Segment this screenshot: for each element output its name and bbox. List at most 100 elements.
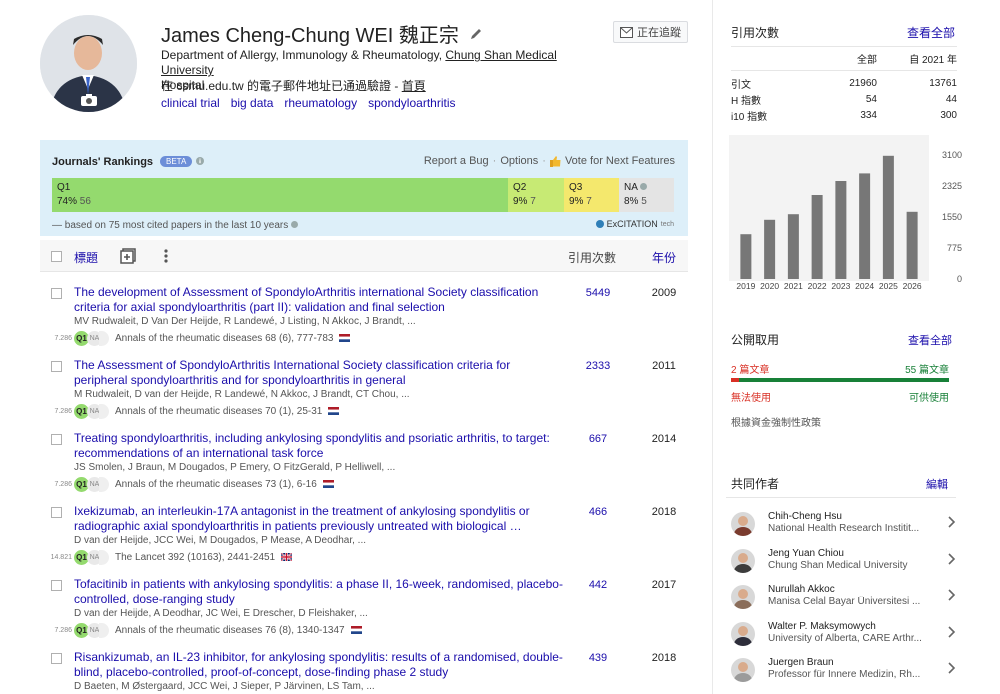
article-title-link[interactable]: Ixekizumab, an interleukin-17A antagonis… — [74, 504, 564, 534]
research-interests: clinical trial big data rheumatology spo… — [161, 96, 455, 110]
coauthor-name[interactable]: Walter P. Maksymowych — [768, 621, 876, 632]
journal-info: Annals of the rheumatic diseases 73 (1),… — [115, 478, 317, 490]
chart-bar-2019[interactable] — [740, 234, 752, 279]
report-bug-link[interactable]: Report a Bug — [424, 155, 489, 167]
segment-q1[interactable]: Q1 74% 56 — [52, 178, 508, 212]
add-article-icon[interactable] — [120, 248, 136, 264]
interest-link[interactable]: spondyloarthritis — [368, 96, 455, 110]
netherlands-flag-icon — [339, 334, 351, 342]
excitation-logo[interactable]: ExCITATION tech — [595, 219, 674, 229]
x-tick-label: 2019 — [736, 281, 755, 290]
article-title-link[interactable]: The Assessment of SpondyloArthritis Inte… — [74, 358, 564, 388]
segment-q3[interactable]: Q3 9% 7 — [564, 178, 619, 212]
coauthor-name[interactable]: Nurullah Akkoc — [768, 584, 835, 595]
q3-label: Q3 — [569, 182, 583, 193]
article-checkbox[interactable] — [51, 653, 62, 664]
chevron-right-icon[interactable] — [948, 553, 956, 565]
coauthor-item[interactable]: Juergen Braun Professor für Innere Mediz… — [731, 656, 956, 686]
coauthor-item[interactable]: Nurullah Akkoc Manisa Celal Bayar Üniver… — [731, 583, 956, 613]
article-cited-count[interactable]: 439 — [568, 652, 628, 664]
coauthor-item[interactable]: Chih-Cheng Hsu National Health Research … — [731, 510, 956, 540]
article-cited-count[interactable]: 466 — [568, 506, 628, 518]
camera-icon[interactable] — [80, 93, 98, 107]
follow-button[interactable]: 正在追蹤 — [613, 21, 688, 43]
homepage-link[interactable]: 首頁 — [402, 79, 426, 93]
sort-by-year[interactable]: 年份 — [652, 249, 676, 266]
citations-table-header: 全部 自 2021 年 — [731, 47, 957, 71]
options-link[interactable]: Options — [500, 155, 538, 167]
available-count[interactable]: 55 篇文章 — [895, 361, 949, 376]
y-tick-label: 775 — [947, 243, 962, 253]
thumbs-up-icon — [549, 155, 561, 167]
chevron-right-icon[interactable] — [948, 626, 956, 638]
chart-bar-2025[interactable] — [882, 155, 894, 279]
segment-q2[interactable]: Q2 9% 7 — [508, 178, 564, 212]
sort-by-title[interactable]: 標題 — [74, 249, 98, 266]
quartile-more-badge[interactable] — [99, 549, 109, 565]
netherlands-flag-icon — [328, 407, 340, 415]
available-label: 可供使用 — [909, 393, 949, 404]
not-available-count[interactable]: 2 篇文章 — [731, 361, 769, 376]
article-cited-count[interactable]: 2333 — [568, 360, 628, 372]
quartile-more-badge[interactable] — [99, 622, 109, 638]
chevron-right-icon[interactable] — [948, 662, 956, 674]
article-authors: D Baeten, M Østergaard, JCC Wei, J Siepe… — [74, 681, 375, 692]
chart-bar-2023[interactable] — [835, 181, 847, 279]
coauthor-name[interactable]: Juergen Braun — [768, 657, 834, 668]
coauthor-name[interactable]: Jeng Yuan Chiou — [768, 548, 844, 559]
article-checkbox[interactable] — [51, 361, 62, 372]
info-icon[interactable] — [196, 157, 204, 165]
article-row: The development of Assessment of Spondyl… — [40, 283, 688, 355]
na-pct: 8% — [624, 196, 639, 207]
article-meta: 7.286 Q1 NA Annals of the rheumatic dise… — [40, 330, 660, 346]
na-label: NA — [624, 182, 638, 193]
article-title-link[interactable]: The development of Assessment of Spondyl… — [74, 285, 564, 315]
coauthors-edit-link[interactable]: 編輯 — [926, 476, 948, 492]
email-text: 在 csmu.edu.tw 的電子郵件地址已通過驗證 - — [161, 79, 402, 93]
profile-photo[interactable] — [40, 15, 137, 112]
sort-by-cited[interactable]: 引用次數 — [568, 249, 616, 266]
q2-pct: 9% — [513, 196, 528, 207]
article-checkbox[interactable] — [51, 580, 62, 591]
coauthor-item[interactable]: Jeng Yuan Chiou Chung Shan Medical Unive… — [731, 547, 956, 577]
article-checkbox[interactable] — [51, 507, 62, 518]
quartile-more-badge[interactable] — [99, 403, 109, 419]
chart-bar-2024[interactable] — [859, 173, 871, 279]
article-checkbox[interactable] — [51, 288, 62, 299]
article-title-link[interactable]: Tofacitinib in patients with ankylosing … — [74, 577, 564, 607]
article-checkbox[interactable] — [51, 434, 62, 445]
chart-bar-2026[interactable] — [906, 211, 918, 279]
pencil-icon[interactable] — [469, 27, 483, 41]
more-vert-icon[interactable] — [163, 248, 169, 264]
article-cited-count[interactable]: 5449 — [568, 287, 628, 299]
article-title-link[interactable]: Treating spondyloarthritis, including an… — [74, 431, 564, 461]
quartile-more-badge[interactable] — [99, 476, 109, 492]
separator: · — [492, 155, 497, 167]
coauthor-item[interactable]: Walter P. Maksymowych University of Albe… — [731, 620, 956, 650]
coauthor-name[interactable]: Chih-Cheng Hsu — [768, 511, 842, 522]
select-all-checkbox[interactable] — [51, 251, 62, 262]
article-cited-count[interactable]: 667 — [568, 433, 628, 445]
article-cited-count[interactable]: 442 — [568, 579, 628, 591]
rankings-footer-text: — based on 75 most cited papers in the l… — [52, 220, 289, 231]
affiliation-department: Department of Allergy, Immunology & Rheu… — [161, 48, 446, 62]
coauthor-avatar — [731, 622, 755, 646]
vote-features-link[interactable]: Vote for Next Features — [565, 155, 675, 167]
chart-bar-2020[interactable] — [764, 219, 776, 279]
quartile-more-badge[interactable] — [99, 330, 109, 346]
article-year: 2009 — [651, 287, 677, 299]
interest-link[interactable]: clinical trial — [161, 96, 220, 110]
interest-link[interactable]: big data — [231, 96, 274, 110]
citations-view-all-link[interactable]: 查看全部 — [907, 24, 955, 41]
interest-link[interactable]: rheumatology — [284, 96, 357, 110]
chart-bar-2022[interactable] — [811, 195, 823, 279]
chevron-right-icon[interactable] — [948, 589, 956, 601]
journal-score: 14.821 — [50, 553, 72, 561]
chart-bar-2021[interactable] — [787, 214, 799, 279]
segment-na[interactable]: NA 8% 5 — [619, 178, 674, 212]
article-title-link[interactable]: Risankizumab, an IL-23 inhibitor, for an… — [74, 650, 564, 680]
public-access-view-all-link[interactable]: 查看全部 — [908, 332, 952, 348]
excitation-logo-icon — [595, 220, 604, 228]
chevron-right-icon[interactable] — [948, 516, 956, 528]
info-icon[interactable] — [291, 221, 299, 228]
